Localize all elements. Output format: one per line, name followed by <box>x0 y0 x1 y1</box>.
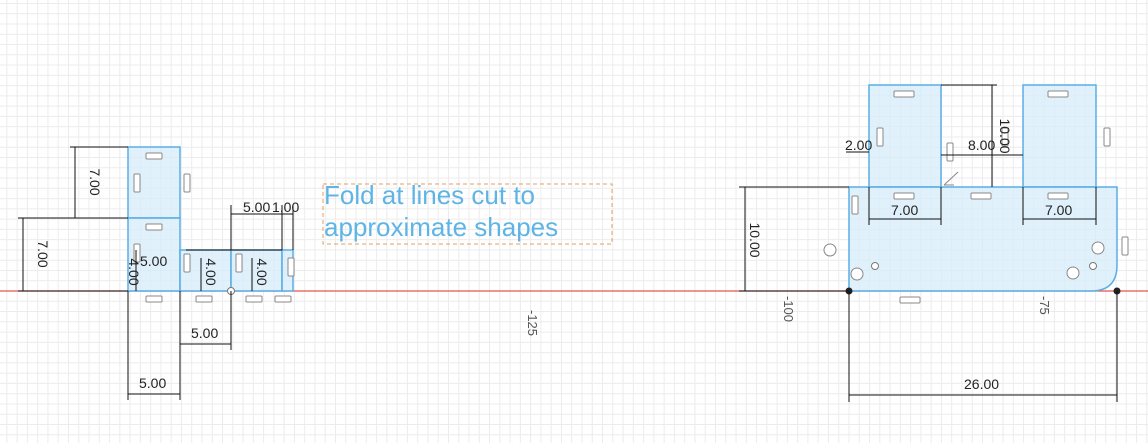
dim-h-lower[interactable]: 7.00 <box>35 240 51 267</box>
dim-gap-left[interactable]: 2.00 <box>845 137 872 153</box>
dim-w-top2[interactable]: 1.00 <box>272 199 299 215</box>
dim-h-a[interactable]: 5.00 <box>140 253 167 269</box>
dim-h-body[interactable]: 10.00 <box>747 222 763 257</box>
dim-w-bottom[interactable]: 5.00 <box>139 375 166 391</box>
note-textbox[interactable]: Fold at lines cut to approximate shapes <box>322 180 613 245</box>
sketch-canvas[interactable]: -125 -100 -75 7.00 7.00 5.00 1.00 5.00 4… <box>0 0 1148 443</box>
note-line-1: Fold at lines cut to <box>324 180 535 210</box>
sketch-svg[interactable]: -125 -100 -75 7.00 7.00 5.00 1.00 5.00 4… <box>0 0 1148 443</box>
right-tab-right[interactable] <box>1022 84 1097 188</box>
dim-w-tab-right[interactable]: 7.00 <box>1045 202 1072 218</box>
dim-w-total[interactable]: 26.00 <box>964 376 999 392</box>
axis-label-125: -125 <box>525 310 540 336</box>
hole-left[interactable] <box>871 262 879 270</box>
dim-h-d[interactable]: 4.00 <box>254 258 270 285</box>
dim-w-top[interactable]: 5.00 <box>243 199 270 215</box>
axis-label-100: -100 <box>781 296 796 322</box>
dim-h-upper[interactable]: 7.00 <box>87 168 103 195</box>
dim-w-mid[interactable]: 5.00 <box>191 325 218 341</box>
left-part[interactable]: 7.00 7.00 5.00 1.00 5.00 4.00 4.00 4.00 … <box>18 146 299 400</box>
dim-gap-mid[interactable]: 8.00 <box>968 137 995 153</box>
dim-h-tab[interactable]: 10.00 <box>997 118 1013 153</box>
hole-right[interactable] <box>1089 262 1097 270</box>
dim-w-tab-left[interactable]: 7.00 <box>891 202 918 218</box>
dim-h-b[interactable]: 4.00 <box>126 258 142 285</box>
axis-label-75: -75 <box>1037 296 1052 315</box>
dim-h-c[interactable]: 4.00 <box>203 258 219 285</box>
note-line-2: approximate shapes <box>324 212 558 242</box>
